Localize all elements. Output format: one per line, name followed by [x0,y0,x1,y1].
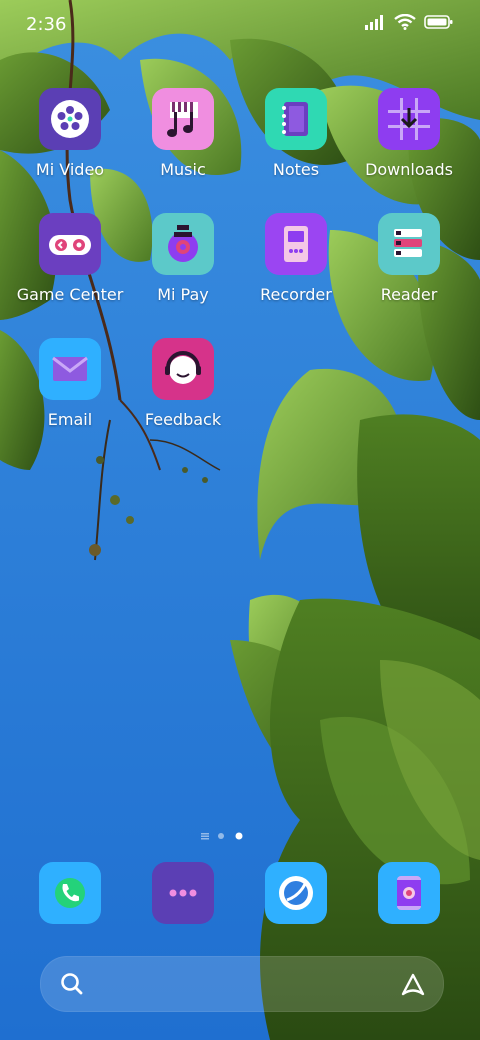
app-mi-pay[interactable]: Mi Pay [123,213,243,323]
app-reader[interactable]: Reader [349,213,469,323]
app-label: Mi Pay [157,285,209,304]
app-label: Reader [380,285,438,304]
email-icon [39,338,101,400]
app-label: Feedback [144,410,222,429]
music-icon [152,88,214,150]
app-mi-video[interactable]: Mi Video [10,88,130,198]
app-music[interactable]: Music [123,88,243,198]
app-recorder[interactable]: Recorder [236,213,356,323]
status-bar: 2:36 [0,0,480,50]
app-notes[interactable]: Notes [236,88,356,198]
app-feedback[interactable]: Feedback [123,338,243,448]
app-label: Notes [272,160,320,179]
app-email[interactable]: Email [10,338,130,448]
camera-icon[interactable] [378,862,440,924]
signal-icon [364,14,386,34]
app-downloads[interactable]: Downloads [349,88,469,198]
reader-icon [378,213,440,275]
app-label: Recorder [260,285,332,304]
app-label: Game Center [16,285,124,304]
page-indicator[interactable] [200,830,280,842]
clock: 2:36 [26,14,67,35]
app-label: Email [47,410,93,429]
phone-icon[interactable] [39,862,101,924]
dock [0,862,480,924]
wifi-icon [394,13,416,34]
page-dot-2 [218,833,224,839]
status-icons [364,13,454,34]
browser-icon[interactable] [265,862,327,924]
mi-pay-icon [152,213,214,275]
game-center-icon [39,213,101,275]
search-icon[interactable] [59,971,85,1001]
app-label: Downloads [365,160,453,179]
battery-icon [424,14,454,34]
app-game-center[interactable]: Game Center [10,213,130,323]
home-screen: 2:36 Mi Video Music Notes Downloads Game… [0,0,480,1040]
assistant-icon[interactable] [399,970,427,1002]
page-dot-1 [201,833,209,835]
app-label: Music [160,160,206,179]
search-bar[interactable] [40,956,444,1012]
page-dot-3-active [235,832,243,840]
recorder-icon [265,213,327,275]
notes-icon [265,88,327,150]
feedback-icon [152,338,214,400]
messaging-icon[interactable] [152,862,214,924]
downloads-icon [378,88,440,150]
app-label: Mi Video [35,160,105,179]
mi-video-icon [39,88,101,150]
